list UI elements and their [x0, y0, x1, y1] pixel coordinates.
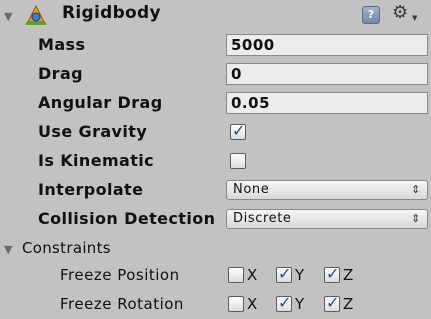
fold-triangle-icon[interactable]: ▼ — [4, 243, 12, 256]
component-header[interactable]: ▼ Rigidbody ? ⚙ ▼ — [0, 0, 431, 32]
use-gravity-label: Use Gravity — [38, 122, 148, 141]
angular-drag-field[interactable]: 0.05 — [226, 92, 428, 114]
interpolate-value: None — [233, 182, 270, 197]
collision-detection-row: Collision Detection Discrete ⇕ — [0, 206, 431, 234]
mass-label: Mass — [38, 35, 86, 54]
axis-x-label: X — [247, 295, 258, 313]
help-icon[interactable]: ? — [362, 6, 380, 24]
freeze-position-label: Freeze Position — [60, 266, 180, 284]
angular-drag-row: Angular Drag 0.05 — [0, 90, 431, 118]
use-gravity-checkbox[interactable]: ✓ — [230, 121, 246, 140]
axis-x-label: X — [247, 266, 258, 284]
interpolate-dropdown[interactable]: None ⇕ — [226, 180, 428, 200]
freeze-position-z-checkbox[interactable]: ✓ — [324, 264, 340, 283]
collision-detection-label: Collision Detection — [38, 209, 216, 228]
component-title: Rigidbody — [62, 3, 161, 23]
axis-y-label: Y — [295, 266, 305, 284]
is-kinematic-label: Is Kinematic — [38, 151, 155, 170]
use-gravity-row: Use Gravity ✓ — [0, 119, 431, 147]
drag-field[interactable]: 0 — [226, 63, 428, 85]
freeze-rotation-row: Freeze Rotation X ✓ Y ✓ Z — [0, 291, 431, 319]
axis-z-label: Z — [343, 295, 354, 313]
angular-drag-label: Angular Drag — [38, 93, 163, 112]
collision-detection-value: Discrete — [233, 211, 292, 226]
interpolate-label: Interpolate — [38, 180, 144, 199]
checkmark-icon: ✓ — [278, 264, 292, 283]
mass-field[interactable]: 5000 — [226, 34, 428, 56]
axis-z-label: Z — [343, 266, 354, 284]
freeze-rotation-x-checkbox[interactable] — [228, 296, 244, 312]
drag-label: Drag — [38, 64, 84, 83]
gear-icon[interactable]: ⚙ — [392, 2, 408, 23]
interpolate-row: Interpolate None ⇕ — [0, 177, 431, 205]
is-kinematic-row: Is Kinematic — [0, 148, 431, 176]
checkmark-icon: ✓ — [232, 121, 246, 140]
freeze-rotation-z-checkbox[interactable]: ✓ — [324, 293, 340, 312]
settings-caret-icon[interactable]: ▼ — [412, 14, 417, 22]
checkmark-icon: ✓ — [326, 293, 340, 312]
freeze-position-y-checkbox[interactable]: ✓ — [276, 264, 292, 283]
freeze-position-x-checkbox[interactable] — [228, 267, 244, 283]
constraints-label: Constraints — [22, 239, 111, 257]
dropdown-arrows-icon: ⇕ — [411, 183, 421, 196]
freeze-position-row: Freeze Position X ✓ Y ✓ Z — [0, 262, 431, 290]
drag-row: Drag 0 — [0, 61, 431, 89]
freeze-rotation-label: Freeze Rotation — [60, 295, 184, 313]
fold-triangle-icon[interactable]: ▼ — [4, 10, 12, 23]
freeze-rotation-y-checkbox[interactable]: ✓ — [276, 293, 292, 312]
collision-detection-dropdown[interactable]: Discrete ⇕ — [226, 209, 428, 229]
checkmark-icon: ✓ — [326, 264, 340, 283]
dropdown-arrows-icon: ⇕ — [411, 212, 421, 225]
mass-row: Mass 5000 — [0, 32, 431, 60]
constraints-row[interactable]: ▼ Constraints — [0, 236, 431, 264]
rigidbody-icon — [26, 4, 46, 25]
is-kinematic-checkbox[interactable] — [230, 153, 246, 169]
checkmark-icon: ✓ — [278, 293, 292, 312]
axis-y-label: Y — [295, 295, 305, 313]
